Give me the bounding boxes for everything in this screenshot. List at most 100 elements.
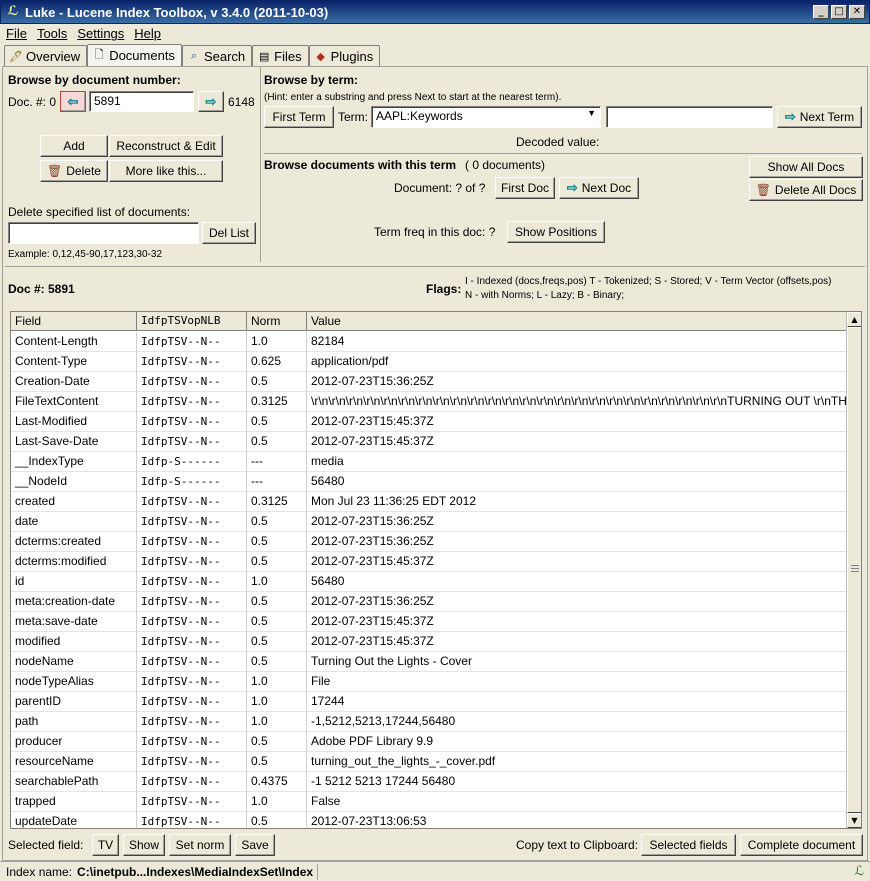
previous-doc-button[interactable]: ⇦	[60, 91, 86, 112]
first-doc-button[interactable]: First Doc	[495, 177, 555, 199]
field-name-cell: Creation-Date	[11, 372, 137, 392]
more-like-this-button[interactable]: More like this...	[109, 160, 223, 182]
save-button[interactable]: Save	[235, 834, 275, 856]
tv-button[interactable]: TV	[92, 834, 119, 856]
table-row[interactable]: __NodeId Idfp-S------ --- 56480	[11, 472, 847, 492]
scroll-down-arrow[interactable]: ▼	[847, 813, 861, 828]
field-name-cell: parentID	[11, 692, 137, 712]
field-norm-cell: 1.0	[247, 692, 307, 712]
table-row[interactable]: id IdfpTSV--N-- 1.0 56480	[11, 572, 847, 592]
column-header-field[interactable]: Field	[11, 312, 137, 331]
show-all-docs-button[interactable]: Show All Docs	[749, 156, 863, 178]
table-row[interactable]: resourceName IdfpTSV--N-- 0.5 turning_out_t…	[11, 752, 847, 772]
reconstruct-edit-button[interactable]: Reconstruct & Edit	[109, 135, 223, 157]
tab-bar: 🖊 Overview 🗋 Documents ⌕ Search ▤ Files ◆ Plu…	[4, 44, 381, 66]
vertical-divider	[260, 67, 261, 262]
doc-number-input[interactable]: 5891	[89, 91, 194, 112]
arrow-right-icon: ⇨	[784, 109, 796, 124]
field-flags-cell: IdfpTSV--N--	[137, 332, 247, 352]
menu-settings[interactable]: Settings	[77, 26, 124, 41]
table-header: Field IdfpTSVopNLB Norm Value	[11, 312, 847, 331]
table-row[interactable]: dcterms:created IdfpTSV--N-- 0.5 2012-07-23…	[11, 532, 847, 552]
close-button[interactable]: ✕	[849, 5, 865, 19]
table-row[interactable]: nodeTypeAlias IdfpTSV--N-- 1.0 File	[11, 672, 847, 692]
field-norm-cell: 0.625	[247, 352, 307, 372]
copy-selected-fields-button[interactable]: Selected fields	[641, 834, 736, 856]
trash-icon: 🗑	[47, 164, 63, 178]
column-header-value[interactable]: Value	[307, 312, 847, 331]
field-value-cell: Adobe PDF Library 9.9	[311, 734, 434, 748]
column-header-flags[interactable]: IdfpTSVopNLB	[137, 312, 247, 331]
table-row[interactable]: date IdfpTSV--N-- 0.5 2012-07-23T15:36:25Z	[11, 512, 847, 532]
copy-complete-document-button[interactable]: Complete document	[740, 834, 863, 856]
scroll-up-arrow[interactable]: ▲	[847, 312, 861, 327]
table-row[interactable]: nodeName IdfpTSV--N-- 0.5 Turning Out the L…	[11, 652, 847, 672]
table-row[interactable]: modified IdfpTSV--N-- 0.5 2012-07-23T15:45:…	[11, 632, 847, 652]
field-value-cell: 2012-07-23T13:06:53	[311, 814, 427, 828]
field-name-cell: trapped	[11, 792, 137, 812]
next-term-button[interactable]: ⇨ Next Term	[777, 106, 862, 128]
table-row[interactable]: Creation-Date IdfpTSV--N-- 0.5 2012-07-23T1…	[11, 372, 847, 392]
show-button[interactable]: Show	[123, 834, 165, 856]
add-button[interactable]: Add	[40, 135, 108, 157]
first-term-button[interactable]: First Term	[264, 106, 334, 128]
table-row[interactable]: Content-Length IdfpTSV--N-- 1.0 82184	[11, 332, 847, 352]
table-rows: Content-Length IdfpTSV--N-- 1.0 82184 Conten…	[11, 332, 847, 828]
column-header-norm[interactable]: Norm	[247, 312, 307, 331]
table-row[interactable]: meta:creation-date IdfpTSV--N-- 0.5 2012-07…	[11, 592, 847, 612]
table-row[interactable]: producer IdfpTSV--N-- 0.5 Adobe PDF Library…	[11, 732, 847, 752]
del-list-button[interactable]: Del List	[202, 222, 256, 244]
tab-files[interactable]: ▤ Files	[252, 45, 309, 66]
scroll-thumb[interactable]	[847, 327, 861, 813]
menu-file[interactable]: File	[6, 26, 27, 41]
term-value-input[interactable]	[606, 106, 773, 128]
show-positions-button[interactable]: Show Positions	[507, 221, 605, 243]
delete-all-docs-button[interactable]: 🗑 Delete All Docs	[749, 179, 863, 201]
table-row[interactable]: path IdfpTSV--N-- 1.0 -1,5212,5213,17244,56…	[11, 712, 847, 732]
menu-help[interactable]: Help	[134, 26, 161, 41]
next-doc-button[interactable]: ⇨ Next Doc	[559, 177, 639, 199]
table-row[interactable]: Last-Modified IdfpTSV--N-- 0.5 2012-07-23T1…	[11, 412, 847, 432]
table-row[interactable]: dcterms:modified IdfpTSV--N-- 0.5 2012-07-2…	[11, 552, 847, 572]
table-row[interactable]: created IdfpTSV--N-- 0.3125 Mon Jul 23 11:3…	[11, 492, 847, 512]
table-row[interactable]: meta:save-date IdfpTSV--N-- 0.5 2012-07-23T…	[11, 612, 847, 632]
tab-plugins[interactable]: ◆ Plugins	[308, 45, 381, 66]
field-norm-cell: 0.5	[247, 752, 307, 772]
minimize-button[interactable]: _	[813, 5, 829, 19]
tab-documents[interactable]: 🗋 Documents	[87, 44, 182, 66]
menu-tools[interactable]: Tools	[37, 26, 67, 41]
field-flags-cell: IdfpTSV--N--	[137, 652, 247, 672]
table-row[interactable]: parentID IdfpTSV--N-- 1.0 17244	[11, 692, 847, 712]
tab-search[interactable]: ⌕ Search	[181, 45, 253, 66]
luke-app-icon: ℒ	[7, 4, 19, 19]
table-row[interactable]: FileTextContent IdfpTSV--N-- 0.3125 \r\n\r\…	[11, 392, 847, 412]
delete-button[interactable]: 🗑 Delete	[40, 160, 108, 182]
vertical-scrollbar[interactable]: ▲ ▼	[846, 312, 861, 828]
table-row[interactable]: updateDate IdfpTSV--N-- 0.5 2012-07-23T13:0…	[11, 812, 847, 828]
field-name-cell: id	[11, 572, 137, 592]
tab-overview[interactable]: 🖊 Overview	[4, 45, 88, 66]
browse-docs-heading: Browse documents with this term	[264, 158, 457, 172]
selected-field-label: Selected field:	[8, 838, 84, 852]
field-norm-cell: 0.5	[247, 552, 307, 572]
copy-clipboard-label: Copy text to Clipboard:	[516, 838, 639, 852]
term-field-select[interactable]: AAPL:Keywords ▼	[371, 106, 601, 128]
field-value-cell: False	[311, 794, 341, 808]
field-value-cell: 2012-07-23T15:45:37Z	[311, 634, 434, 648]
field-value-cell: 2012-07-23T15:36:25Z	[311, 514, 434, 528]
maximize-button[interactable]: □	[831, 5, 847, 19]
table-row[interactable]: trapped IdfpTSV--N-- 1.0 False	[11, 792, 847, 812]
delete-list-input[interactable]	[8, 222, 199, 244]
arrow-right-icon: ⇨	[205, 93, 217, 109]
next-doc-number-button[interactable]: ⇨	[198, 91, 224, 112]
set-norm-button[interactable]: Set norm	[169, 834, 231, 856]
field-norm-cell: 0.5	[247, 632, 307, 652]
table-row[interactable]: __IndexType Idfp-S------ --- media	[11, 452, 847, 472]
field-norm-cell: 0.5	[247, 512, 307, 532]
table-row[interactable]: Last-Save-Date IdfpTSV--N-- 0.5 2012-07-23T…	[11, 432, 847, 452]
table-row[interactable]: Content-Type IdfpTSV--N-- 0.625 application…	[11, 352, 847, 372]
field-flags-cell: IdfpTSV--N--	[137, 492, 247, 512]
field-value-cell: 2012-07-23T15:45:37Z	[311, 554, 434, 568]
table-row[interactable]: searchablePath IdfpTSV--N-- 0.4375 -1 5212 …	[11, 772, 847, 792]
index-name-label: Index name:	[6, 864, 73, 879]
